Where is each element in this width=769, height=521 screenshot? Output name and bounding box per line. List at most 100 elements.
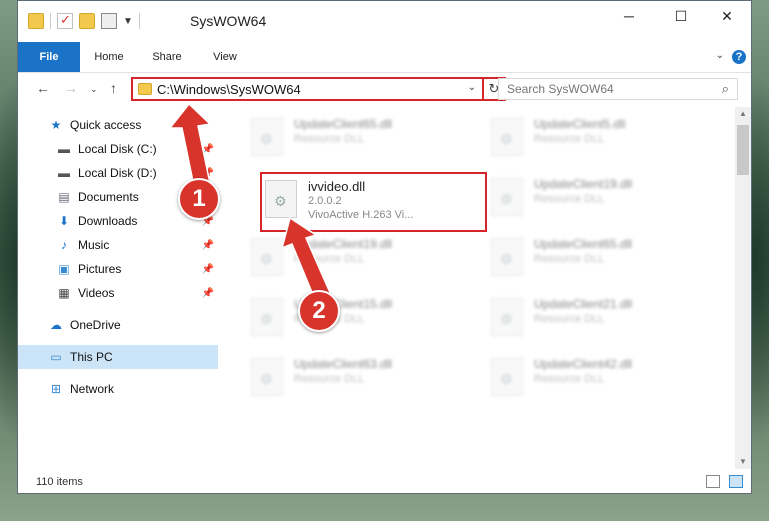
pin-icon[interactable]: 📌 [202, 168, 214, 179]
window-title: SysWOW64 [190, 13, 267, 29]
sidebar-item-onedrive[interactable]: ☁ OneDrive [18, 313, 218, 337]
sidebar-item-pictures[interactable]: ▣ Pictures 📌 [18, 257, 218, 281]
file-name: UpdateClient19.dll [534, 177, 633, 191]
picture-icon: ▣ [58, 262, 70, 276]
file-description: Resource DLL [534, 133, 605, 145]
sidebar-item-videos[interactable]: ▦ Videos 📌 [18, 281, 218, 305]
dll-file-icon [251, 118, 283, 156]
file-name: UpdateClient21.dll [534, 297, 633, 311]
navigation-pane: ★ Quick access ▬ Local Disk (C:) 📌 ▬ Loc… [18, 109, 218, 469]
sidebar-item-quick-access[interactable]: ★ Quick access [18, 113, 218, 137]
close-button[interactable]: ✕ [704, 1, 750, 31]
list-item[interactable]: UpdateClient42.dll Resource DLL [487, 353, 712, 403]
details-view-icon[interactable] [706, 475, 720, 488]
file-name: UpdateClient65.dll [294, 117, 393, 131]
file-description: Resource DLL [294, 133, 365, 145]
file-name: UpdateClient5.dll [534, 117, 626, 131]
address-path: C:\Windows\SysWOW64 [157, 82, 301, 97]
sidebar-item-music[interactable]: ♪ Music 📌 [18, 233, 218, 257]
pin-icon[interactable]: 📌 [202, 240, 214, 251]
download-arrow-icon: ⬇ [58, 214, 70, 228]
cloud-icon: ☁ [50, 318, 62, 332]
sidebar-item-network[interactable]: ⊞ Network [18, 377, 218, 401]
list-item[interactable]: UpdateClient21.dll Resource DLL [487, 293, 712, 343]
pin-icon[interactable]: 📌 [202, 288, 214, 299]
help-icon[interactable]: ? [732, 50, 746, 64]
list-item[interactable]: UpdateClient65.dll Resource DLL [487, 233, 712, 283]
scroll-up-arrow-icon[interactable]: ▲ [735, 109, 751, 118]
tab-home[interactable]: Home [86, 42, 132, 72]
computer-icon: ▭ [50, 350, 62, 364]
sidebar-item-local-disk-c[interactable]: ▬ Local Disk (C:) 📌 [18, 137, 218, 161]
tab-view[interactable]: View [202, 42, 248, 72]
search-icon[interactable]: ⌕ [722, 81, 729, 97]
list-item[interactable]: UpdateClient19.dll Resource DLL [487, 173, 712, 223]
separator [138, 13, 140, 29]
folder-icon [28, 13, 44, 29]
tab-share[interactable]: Share [144, 42, 190, 72]
file-description: Resource DLL [294, 253, 365, 265]
expand-ribbon-icon[interactable]: ⌄ [716, 50, 724, 61]
file-name: UpdateClient63.dll [294, 357, 393, 371]
dll-file-icon [491, 298, 523, 336]
music-note-icon: ♪ [61, 238, 67, 252]
folder-icon [138, 83, 152, 95]
list-item[interactable]: UpdateClient65.dll Resource DLL [247, 113, 472, 163]
up-arrow-icon[interactable]: ↑ [110, 80, 117, 96]
scroll-thumb[interactable] [737, 125, 749, 175]
address-bar[interactable]: C:\Windows\SysWOW64 ⌄ [131, 77, 484, 101]
dll-file-icon [491, 238, 523, 276]
document-icon: ▤ [58, 190, 70, 204]
separator [50, 13, 51, 29]
sidebar-item-label: Music [78, 238, 110, 252]
forward-arrow-icon[interactable]: → [64, 80, 78, 96]
file-description: Resource DLL [534, 253, 605, 265]
maximize-button[interactable]: ☐ [658, 1, 704, 31]
file-description: Resource DLL [534, 193, 605, 205]
back-arrow-icon[interactable]: ← [36, 80, 50, 96]
step-badge-1: 1 [178, 178, 220, 220]
film-icon: ▦ [58, 286, 70, 300]
sidebar-item-label: This PC [70, 350, 113, 364]
list-item[interactable]: UpdateClient15.dll Resource DLL [247, 293, 472, 343]
list-item[interactable]: UpdateClient19.dll Resource DLL [247, 233, 472, 283]
large-icons-view-icon[interactable] [729, 475, 743, 488]
title-bar: ▼ SysWOW64 ─ ☐ ✕ [18, 1, 751, 42]
pin-icon[interactable]: 📌 [202, 144, 214, 155]
search-placeholder: Search SysWOW64 [507, 82, 614, 96]
sidebar-item-label: Downloads [78, 214, 138, 228]
scroll-down-arrow-icon[interactable]: ▼ [735, 457, 751, 466]
list-item[interactable]: UpdateClient63.dll Resource DLL [247, 353, 472, 403]
sidebar-item-label: Videos [78, 286, 115, 300]
new-folder-icon[interactable] [79, 13, 95, 29]
properties-icon[interactable] [101, 13, 117, 29]
properties-check-icon[interactable] [57, 12, 73, 29]
navigation-bar: ← → ⌄ ↑ C:\Windows\SysWOW64 ⌄ ↻ Search S… [18, 73, 751, 105]
dll-file-icon [491, 118, 523, 156]
quick-access-toolbar: ▼ [28, 12, 140, 29]
ribbon-tabs: File Home Share View ⌄ ? [18, 42, 751, 73]
drive-icon: ▬ [58, 166, 70, 180]
highlight-box [260, 172, 487, 232]
file-description: Resource DLL [294, 373, 365, 385]
sidebar-item-label: OneDrive [70, 318, 121, 332]
network-icon: ⊞ [50, 382, 62, 396]
customize-toolbar-arrow-icon[interactable]: ▼ [123, 16, 133, 27]
sidebar-item-this-pc[interactable]: ▭ This PC [18, 345, 218, 369]
vertical-scrollbar[interactable]: ▲ ▼ [735, 107, 751, 469]
recent-locations-chevron-icon[interactable]: ⌄ [90, 84, 98, 95]
status-bar: 110 items [18, 471, 751, 493]
address-dropdown-chevron-icon[interactable]: ⌄ [468, 82, 476, 93]
list-item[interactable]: UpdateClient5.dll Resource DLL [487, 113, 712, 163]
file-description: Resource DLL [534, 313, 605, 325]
minimize-button[interactable]: ─ [606, 1, 652, 31]
pin-icon[interactable]: 📌 [202, 264, 214, 275]
item-count: 110 items [36, 476, 83, 488]
file-description: Resource DLL [534, 373, 605, 385]
search-input[interactable]: Search SysWOW64 ⌕ [498, 78, 738, 100]
tab-file[interactable]: File [18, 42, 80, 72]
sidebar-item-label: Quick access [70, 118, 142, 132]
step-badge-2: 2 [298, 290, 340, 332]
file-list: UpdateClient65.dll Resource DLL UpdateCl… [221, 109, 734, 469]
file-name: UpdateClient65.dll [534, 237, 633, 251]
